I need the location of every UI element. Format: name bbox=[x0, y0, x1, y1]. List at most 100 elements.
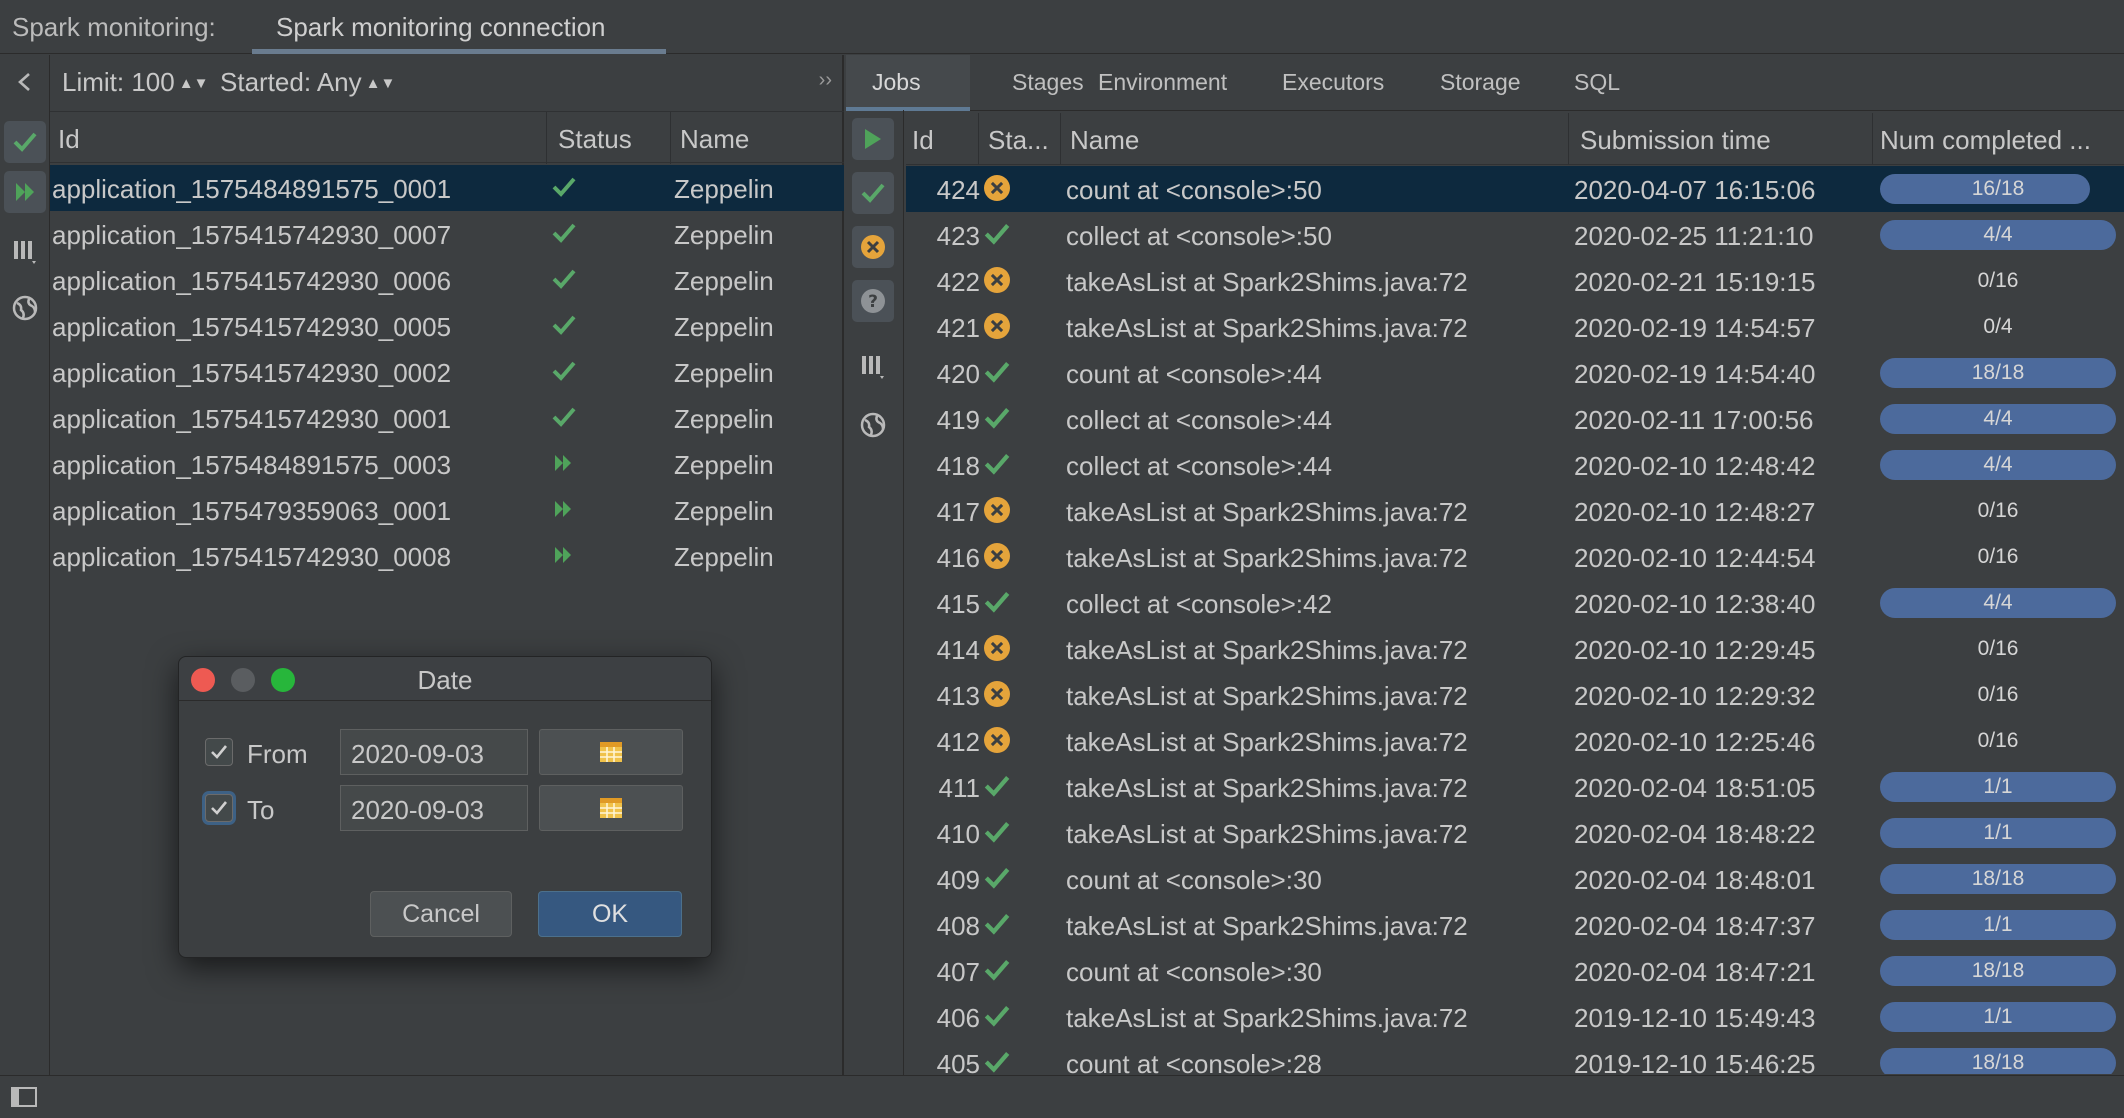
cancel-button[interactable]: Cancel bbox=[370, 891, 512, 937]
application-id: application_1575415742930_0007 bbox=[52, 220, 452, 250]
date-dialog: Date From 2020-09-03 To 2020-09-03 Cance… bbox=[178, 656, 712, 958]
ok-button[interactable]: OK bbox=[538, 891, 682, 937]
table-row[interactable]: application_1575415742930_0005 Zeppelin bbox=[50, 303, 844, 349]
table-row[interactable]: 412 takeAsList at Spark2Shims.java:72 2020… bbox=[906, 718, 2124, 764]
job-name: takeAsList at Spark2Shims.java:72 bbox=[1066, 727, 1468, 757]
column-header-submission-time[interactable]: Submission time bbox=[1580, 125, 1771, 156]
filter-succeeded-jobs-button[interactable] bbox=[852, 172, 894, 214]
back-button[interactable] bbox=[4, 61, 46, 103]
table-row[interactable]: application_1575415742930_0002 Zeppelin bbox=[50, 349, 844, 395]
table-row[interactable]: application_1575415742930_0006 Zeppelin bbox=[50, 257, 844, 303]
jobs-tabbar: Jobs Stages Environment Executors Storag… bbox=[846, 55, 2124, 111]
table-row[interactable]: 410 takeAsList at Spark2Shims.java:72 2020… bbox=[906, 810, 2124, 856]
job-progress: 0/16 bbox=[1880, 634, 2116, 664]
column-header-id[interactable]: Id bbox=[58, 124, 80, 155]
column-header-name[interactable]: Name bbox=[1070, 125, 1139, 156]
table-row[interactable]: application_1575415742930_0007 Zeppelin bbox=[50, 211, 844, 257]
columns-button[interactable] bbox=[4, 231, 46, 273]
to-label: To bbox=[247, 795, 275, 825]
to-date-input[interactable]: 2020-09-03 bbox=[340, 785, 528, 831]
table-row[interactable]: 423 collect at <console>:50 2020-02-25 11:… bbox=[906, 212, 2124, 258]
table-row[interactable]: 408 takeAsList at Spark2Shims.java:72 2020… bbox=[906, 902, 2124, 948]
application-name: Zeppelin bbox=[674, 450, 774, 480]
tab-executors[interactable]: Executors bbox=[1282, 69, 1384, 96]
job-status bbox=[982, 679, 1012, 716]
play-icon bbox=[865, 129, 881, 149]
table-row[interactable]: application_1575479359063_0001 Zeppelin bbox=[50, 487, 844, 533]
progress-label: 0/16 bbox=[1977, 637, 2019, 660]
table-row[interactable]: 411 takeAsList at Spark2Shims.java:72 2020… bbox=[906, 764, 2124, 810]
jobs-columns-button[interactable] bbox=[852, 346, 894, 388]
to-calendar-button[interactable] bbox=[539, 785, 683, 831]
tab-storage[interactable]: Storage bbox=[1440, 69, 1521, 96]
table-row[interactable]: 407 count at <console>:30 2020-02-04 18:47… bbox=[906, 948, 2124, 994]
column-header-num-completed[interactable]: Num completed ... bbox=[1880, 125, 2091, 156]
job-progress: 0/16 bbox=[1880, 266, 2116, 296]
filter-failed-jobs-button[interactable] bbox=[852, 226, 894, 268]
tab-sql[interactable]: SQL bbox=[1574, 69, 1620, 96]
column-header-status[interactable]: Sta... bbox=[988, 125, 1049, 156]
from-calendar-button[interactable] bbox=[539, 729, 683, 775]
application-name: Zeppelin bbox=[674, 496, 774, 526]
table-row[interactable]: 415 collect at <console>:42 2020-02-10 12:… bbox=[906, 580, 2124, 626]
filter-completed-button[interactable] bbox=[4, 121, 46, 163]
tab-spark-monitoring-connection[interactable]: Spark monitoring connection bbox=[252, 0, 666, 54]
table-row[interactable]: 420 count at <console>:44 2020-02-19 14:54… bbox=[906, 350, 2124, 396]
job-name: takeAsList at Spark2Shims.java:72 bbox=[1066, 543, 1468, 573]
table-row[interactable]: application_1575415742930_0008 Zeppelin bbox=[50, 533, 844, 579]
table-row[interactable]: 417 takeAsList at Spark2Shims.java:72 2020… bbox=[906, 488, 2124, 534]
failed-icon bbox=[984, 727, 1010, 753]
column-header-id[interactable]: Id bbox=[912, 125, 934, 156]
table-row[interactable]: 405 count at <console>:28 2019-12-10 15:46… bbox=[906, 1040, 2124, 1074]
filter-running-button[interactable] bbox=[4, 171, 46, 213]
column-header-status[interactable]: Status bbox=[558, 124, 632, 155]
toggle-panel-icon[interactable] bbox=[10, 1085, 38, 1109]
filter-running-jobs-button[interactable] bbox=[852, 118, 894, 160]
table-row[interactable]: 419 collect at <console>:44 2020-02-11 17:… bbox=[906, 396, 2124, 442]
left-toolbar bbox=[0, 55, 50, 1075]
table-row[interactable]: 422 takeAsList at Spark2Shims.java:72 2020… bbox=[906, 258, 2124, 304]
table-row[interactable]: 421 takeAsList at Spark2Shims.java:72 2020… bbox=[906, 304, 2124, 350]
table-row[interactable]: 418 collect at <console>:44 2020-02-10 12:… bbox=[906, 442, 2124, 488]
tab-jobs[interactable]: Jobs bbox=[872, 69, 921, 96]
limit-label: Limit: 100 bbox=[62, 67, 175, 97]
to-checkbox[interactable] bbox=[205, 794, 233, 822]
table-row[interactable]: 406 takeAsList at Spark2Shims.java:72 2019… bbox=[906, 994, 2124, 1040]
progress-label: 18/18 bbox=[1971, 1051, 2025, 1074]
tab-underline bbox=[252, 49, 666, 54]
application-status bbox=[550, 265, 578, 300]
limit-dropdown[interactable]: Limit: 100 ▲▼ bbox=[62, 67, 208, 98]
job-name: count at <console>:50 bbox=[1066, 175, 1322, 205]
column-header-name[interactable]: Name bbox=[680, 124, 749, 155]
job-submission-time: 2020-02-11 17:00:56 bbox=[1574, 405, 1814, 435]
progress-label: 4/4 bbox=[1983, 591, 2013, 614]
job-status bbox=[982, 219, 1012, 256]
table-row[interactable]: application_1575484891575_0003 Zeppelin bbox=[50, 441, 844, 487]
tab-environment[interactable]: Environment bbox=[1098, 69, 1227, 96]
job-submission-time: 2020-02-21 15:19:15 bbox=[1574, 267, 1816, 297]
job-progress: 16/18 bbox=[1880, 174, 2116, 204]
table-row[interactable]: application_1575484891575_0001 Zeppelin bbox=[50, 165, 844, 211]
job-status bbox=[982, 1001, 1012, 1038]
from-date-input[interactable]: 2020-09-03 bbox=[340, 729, 528, 775]
application-status bbox=[550, 495, 578, 530]
progress-label: 16/18 bbox=[1971, 177, 2025, 200]
table-row[interactable]: 424 count at <console>:50 2020-04-07 16:15… bbox=[906, 166, 2124, 212]
table-row[interactable]: 409 count at <console>:30 2020-02-04 18:48… bbox=[906, 856, 2124, 902]
expand-panel-button[interactable]: ›› bbox=[819, 69, 832, 92]
progress-label: 4/4 bbox=[1983, 453, 2013, 476]
table-row[interactable]: application_1575415742930_0001 Zeppelin bbox=[50, 395, 844, 441]
failed-icon bbox=[984, 267, 1010, 293]
table-row[interactable]: 414 takeAsList at Spark2Shims.java:72 2020… bbox=[906, 626, 2124, 672]
filter-unknown-jobs-button[interactable]: ? bbox=[852, 280, 894, 322]
started-filter-dropdown[interactable]: Started: Any ▲▼ bbox=[220, 67, 395, 98]
jobs-web-ui-button[interactable] bbox=[852, 404, 894, 446]
table-row[interactable]: 413 takeAsList at Spark2Shims.java:72 2020… bbox=[906, 672, 2124, 718]
application-status bbox=[550, 173, 578, 208]
web-ui-button[interactable] bbox=[4, 287, 46, 329]
tab-stages[interactable]: Stages bbox=[1012, 69, 1084, 96]
application-status bbox=[550, 219, 578, 254]
table-row[interactable]: 416 takeAsList at Spark2Shims.java:72 2020… bbox=[906, 534, 2124, 580]
from-checkbox[interactable] bbox=[205, 738, 233, 766]
job-submission-time: 2019-12-10 15:49:43 bbox=[1574, 1003, 1816, 1033]
